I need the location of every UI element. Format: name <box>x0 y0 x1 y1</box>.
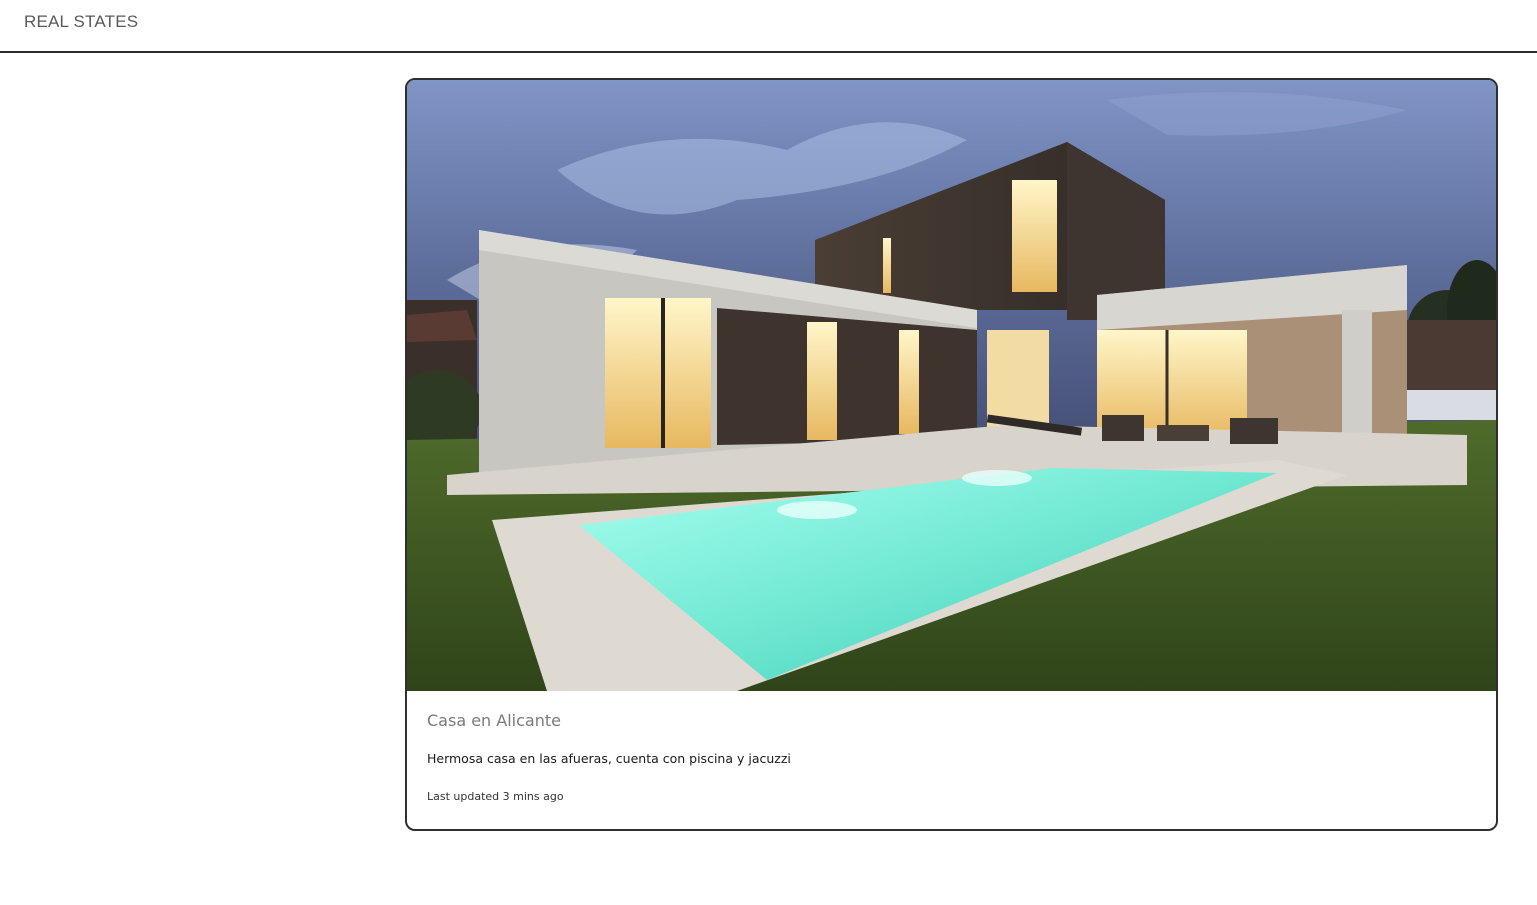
navbar: REAL STATES <box>0 0 1537 53</box>
property-image <box>407 80 1496 691</box>
last-updated-text: Last updated 3 mins ago <box>427 790 564 803</box>
card-body: Casa en Alicante Hermosa casa en las afu… <box>407 691 1496 829</box>
property-card[interactable]: Casa en Alicante Hermosa casa en las afu… <box>405 78 1498 831</box>
card-title: Casa en Alicante <box>427 711 561 730</box>
card-description: Hermosa casa en las afueras, cuenta con … <box>427 751 791 766</box>
brand-link[interactable]: REAL STATES <box>24 12 138 32</box>
